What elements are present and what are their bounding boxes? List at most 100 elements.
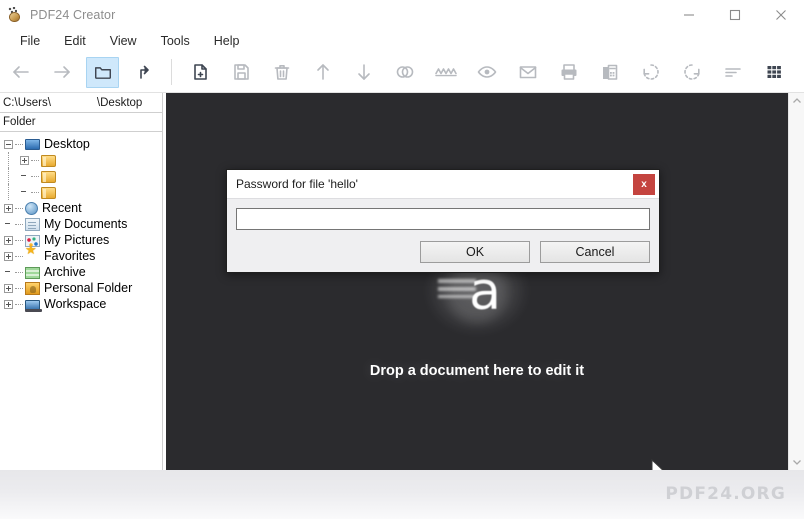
window-controls <box>666 0 804 30</box>
dialog-title-bar: Password for file 'hello' x <box>227 170 659 199</box>
tree-item-personal-folder[interactable]: Personal Folder <box>0 280 162 296</box>
vertical-scrollbar[interactable] <box>788 93 804 470</box>
tree-item-my-documents[interactable]: My Documents <box>0 216 162 232</box>
grid-view-icon[interactable] <box>753 54 794 91</box>
menu-item-edit[interactable]: Edit <box>52 31 98 51</box>
menu-item-view[interactable]: View <box>98 31 149 51</box>
sort-icon[interactable] <box>712 54 753 91</box>
expand-toggle-icon[interactable] <box>4 283 13 293</box>
fax-icon[interactable] <box>589 54 630 91</box>
tree-connector <box>15 239 23 241</box>
tree-item-archive[interactable]: Archive <box>0 264 162 280</box>
pdf24-watermark: PDF24.ORG <box>665 484 786 504</box>
pdf24-icon <box>7 7 23 23</box>
rotate-left-icon[interactable] <box>630 54 671 91</box>
chevron-up-icon[interactable] <box>789 93 804 109</box>
tree-connector <box>8 152 9 168</box>
tree-connector <box>15 271 23 273</box>
tree-connector <box>31 159 39 161</box>
tree-connector <box>15 207 23 209</box>
tree-item-folder-3[interactable] <box>0 184 162 200</box>
tree-spacer <box>20 172 29 181</box>
print-icon[interactable] <box>548 54 589 91</box>
mouse-pointer-icon <box>651 458 666 470</box>
monitor-icon <box>25 139 40 150</box>
pdf24-creator-window: PDF24 Creator File Edit View Tools Help <box>0 0 804 519</box>
tree-item-favorites[interactable]: Favorites <box>0 242 162 264</box>
toolbar-separator <box>171 59 172 85</box>
ok-button[interactable]: OK <box>420 241 530 263</box>
tree-spacer <box>4 268 13 277</box>
tree-item-folder-1[interactable] <box>0 152 162 168</box>
document-icon <box>25 217 40 231</box>
menu-item-file[interactable]: File <box>8 31 52 51</box>
save-icon[interactable] <box>220 54 261 91</box>
workspace-icon <box>25 299 42 312</box>
tree-item-desktop[interactable]: Desktop <box>0 136 162 152</box>
password-dialog: Password for file 'hello' x OK Cancel <box>226 169 660 273</box>
tree-item-label: Personal Folder <box>44 280 133 295</box>
expand-toggle-icon[interactable] <box>4 203 13 213</box>
menu-item-tools[interactable]: Tools <box>149 31 202 51</box>
tree-item-label: Recent <box>42 200 82 215</box>
close-icon[interactable]: x <box>633 173 655 195</box>
preview-icon[interactable] <box>466 54 507 91</box>
delete-icon[interactable] <box>261 54 302 91</box>
folder-sidebar: C:\Users\ \Desktop Folder Desktop Recent… <box>0 93 163 470</box>
expand-toggle-icon[interactable] <box>4 299 13 309</box>
expand-toggle-icon[interactable] <box>20 155 29 165</box>
up-level-icon[interactable] <box>123 54 164 91</box>
close-icon[interactable] <box>758 0 804 30</box>
path-breadcrumb[interactable]: C:\Users\ \Desktop <box>0 93 162 113</box>
dialog-body <box>227 199 659 230</box>
title-bar: PDF24 Creator <box>0 0 804 30</box>
move-up-icon[interactable] <box>302 54 343 91</box>
maximize-icon[interactable] <box>712 0 758 30</box>
folder-icon <box>41 170 56 183</box>
path-prefix: C:\Users\ <box>3 96 51 109</box>
folder-icon <box>41 186 56 199</box>
chevron-down-icon[interactable] <box>789 454 804 470</box>
tree-connector <box>15 223 23 225</box>
personal-folder-icon <box>25 281 40 295</box>
tree-connector <box>15 287 23 289</box>
rotate-right-icon[interactable] <box>671 54 712 91</box>
tree-connector <box>8 168 9 184</box>
tree-item-folder-2[interactable] <box>0 168 162 184</box>
tree-item-label: Favorites <box>44 248 96 263</box>
toolbar <box>0 52 804 93</box>
column-header-folder[interactable]: Folder <box>0 113 162 132</box>
document-workspace[interactable]: a Drop a document here to edit it <box>166 93 788 470</box>
collapse-toggle-icon[interactable] <box>4 139 13 149</box>
merge-icon[interactable] <box>384 54 425 91</box>
tree-connector <box>31 191 39 193</box>
menu-bar: File Edit View Tools Help <box>0 30 804 52</box>
folder-icon[interactable] <box>86 56 119 88</box>
tree-item-label: Workspace <box>44 296 107 311</box>
drop-zone[interactable]: a Drop a document here to edit it <box>166 93 788 470</box>
cancel-button[interactable]: Cancel <box>540 241 650 263</box>
new-document-icon[interactable] <box>179 54 220 91</box>
password-input[interactable] <box>236 208 650 230</box>
expand-toggle-icon[interactable] <box>4 235 13 245</box>
forward-icon[interactable] <box>41 54 82 91</box>
back-icon[interactable] <box>0 54 41 91</box>
tree-item-workspace[interactable]: Workspace <box>0 296 162 312</box>
window-title: PDF24 Creator <box>30 8 116 22</box>
dialog-title: Password for file 'hello' <box>236 177 358 191</box>
tree-connector <box>15 303 23 305</box>
tree-item-label: My Documents <box>44 216 128 231</box>
tree-connector <box>15 255 23 257</box>
tree-item-recent[interactable]: Recent <box>0 200 162 216</box>
minimize-icon[interactable] <box>666 0 712 30</box>
tree-item-label: Archive <box>44 264 86 279</box>
menu-item-help[interactable]: Help <box>202 31 252 51</box>
folder-icon <box>41 154 56 167</box>
move-down-icon[interactable] <box>343 54 384 91</box>
drop-zone-label: Drop a document here to edit it <box>369 362 585 379</box>
expand-toggle-icon[interactable] <box>4 251 13 261</box>
star-icon <box>25 242 40 263</box>
dialog-buttons: OK Cancel <box>227 230 659 263</box>
split-icon[interactable] <box>425 54 466 91</box>
mail-icon[interactable] <box>507 54 548 91</box>
